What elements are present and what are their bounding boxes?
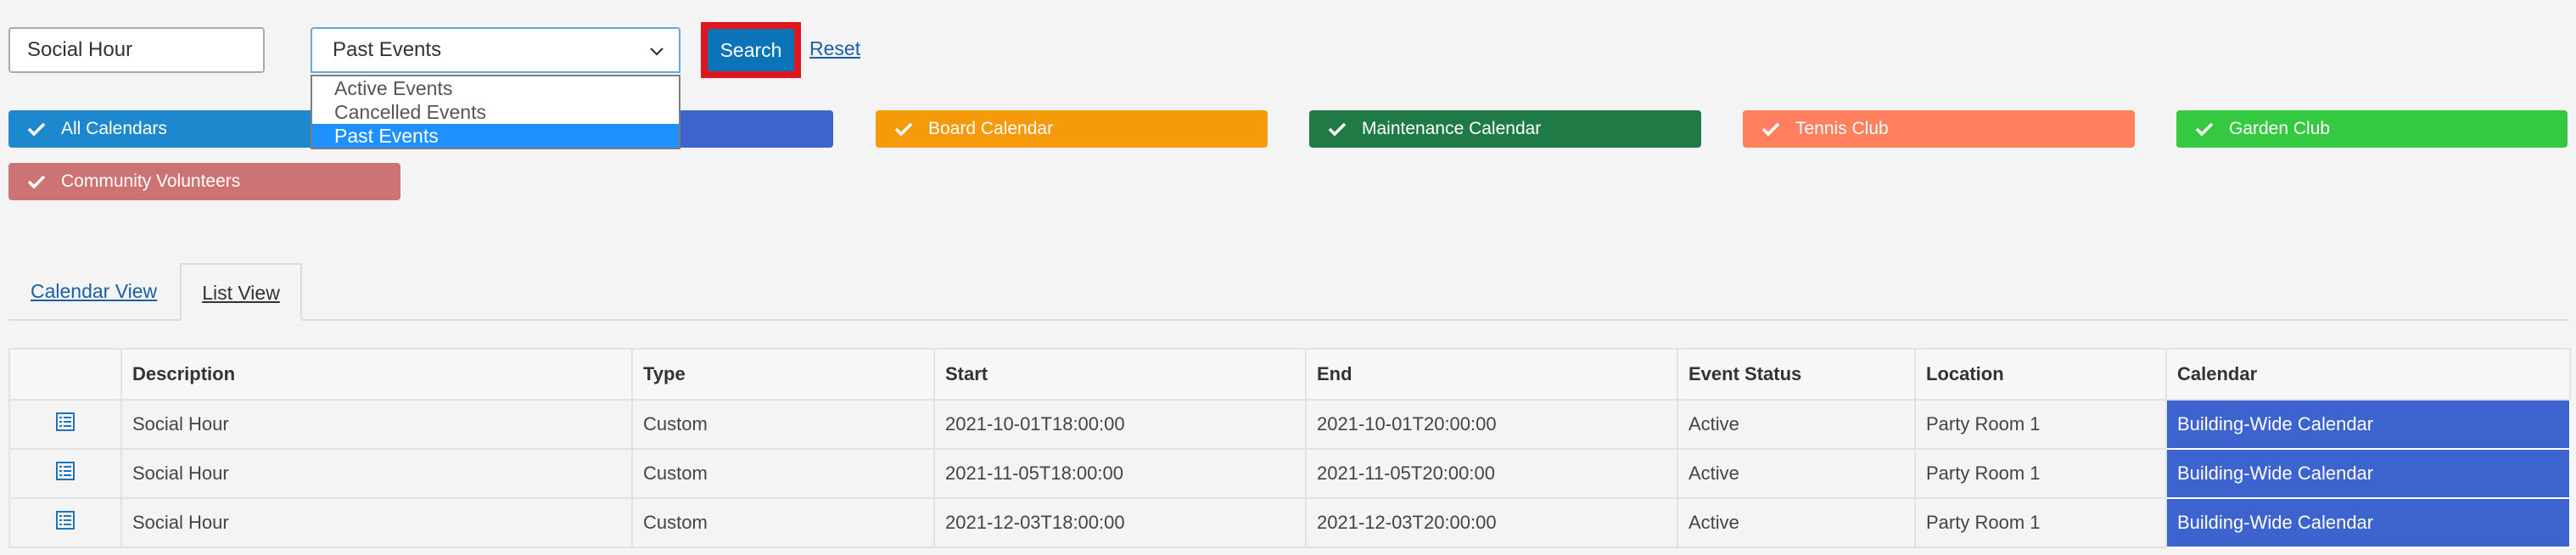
col-header-icon: [8, 348, 122, 401]
chip-label: Board Calendar: [928, 119, 1054, 138]
table-row: Social Hour Custom 2021-11-05T18:00:00 2021…: [8, 448, 2571, 499]
row-detail-cell[interactable]: [8, 448, 122, 499]
cell-location: Party Room 1: [1914, 497, 2167, 548]
chip-garden-club[interactable]: Garden Club: [2176, 110, 2568, 148]
chip-label: All Calendars: [61, 119, 167, 138]
tab-list-view-label: List View: [202, 282, 280, 304]
cell-status: Active: [1677, 448, 1916, 499]
col-header-end: End: [1305, 348, 1678, 401]
cell-status: Active: [1677, 497, 1916, 548]
col-header-location: Location: [1914, 348, 2167, 401]
search-text-input[interactable]: Social Hour: [8, 27, 265, 73]
check-icon: [894, 122, 913, 137]
row-detail-cell[interactable]: [8, 497, 122, 548]
cell-end: 2021-11-05T20:00:00: [1305, 448, 1678, 499]
list-detail-icon[interactable]: [55, 412, 76, 432]
tabs-divider: [8, 319, 2569, 321]
col-header-event-status: Event Status: [1677, 348, 1916, 401]
check-icon: [2195, 122, 2214, 137]
cell-location: Party Room 1: [1914, 399, 2167, 450]
list-detail-icon[interactable]: [55, 510, 76, 530]
check-icon: [27, 122, 46, 137]
col-header-start: Start: [933, 348, 1307, 401]
col-header-description: Description: [120, 348, 633, 401]
event-filter-value: Past Events: [333, 38, 442, 61]
cell-location: Party Room 1: [1914, 448, 2167, 499]
option-past-events[interactable]: Past Events: [312, 124, 679, 148]
chip-label: Tennis Club: [1795, 119, 1889, 138]
table-row: Social Hour Custom 2021-12-03T18:00:00 2021…: [8, 497, 2571, 548]
col-header-type: Type: [631, 348, 935, 401]
search-button[interactable]: Search: [708, 29, 794, 71]
cell-start: 2021-12-03T18:00:00: [933, 497, 1307, 548]
check-icon: [1328, 122, 1347, 137]
cell-description: Social Hour: [120, 448, 633, 499]
chip-label: Garden Club: [2229, 119, 2331, 138]
cell-end: 2021-12-03T20:00:00: [1305, 497, 1678, 548]
chip-board-calendar[interactable]: Board Calendar: [876, 110, 1268, 148]
cell-calendar: Building-Wide Calendar: [2165, 497, 2571, 548]
cell-end: 2021-10-01T20:00:00: [1305, 399, 1678, 450]
cell-type: Custom: [631, 399, 935, 450]
table-row: Social Hour Custom 2021-10-01T18:00:00 2021…: [8, 399, 2571, 450]
chip-maintenance-calendar[interactable]: Maintenance Calendar: [1309, 110, 1701, 148]
search-button-highlight: Search: [701, 22, 801, 78]
chip-label: Maintenance Calendar: [1362, 119, 1542, 138]
event-filter-dropdown: Active Events Cancelled Events Past Even…: [311, 75, 680, 149]
cell-start: 2021-10-01T18:00:00: [933, 399, 1307, 450]
events-table: Description Type Start End Event Status …: [8, 348, 2571, 548]
cell-status: Active: [1677, 399, 1916, 450]
table-header-row: Description Type Start End Event Status …: [8, 348, 2571, 401]
col-header-calendar: Calendar: [2165, 348, 2571, 401]
chevron-down-icon: [650, 48, 664, 56]
option-cancelled-events[interactable]: Cancelled Events: [312, 100, 679, 124]
event-filter-select[interactable]: Past Events: [311, 27, 680, 73]
chip-label: Community Volunteers: [61, 171, 241, 191]
cell-description: Social Hour: [120, 497, 633, 548]
row-detail-cell[interactable]: [8, 399, 122, 450]
cell-type: Custom: [631, 448, 935, 499]
check-icon: [1761, 122, 1780, 137]
tab-calendar-view[interactable]: Calendar View: [31, 280, 157, 303]
cell-calendar: Building-Wide Calendar: [2165, 399, 2571, 450]
chip-tennis-club[interactable]: Tennis Club: [1743, 110, 2135, 148]
cell-type: Custom: [631, 497, 935, 548]
tab-list-view[interactable]: List View: [180, 263, 302, 321]
cell-start: 2021-11-05T18:00:00: [933, 448, 1307, 499]
reset-link[interactable]: Reset: [809, 37, 860, 60]
check-icon: [27, 175, 46, 189]
cell-calendar: Building-Wide Calendar: [2165, 448, 2571, 499]
cell-description: Social Hour: [120, 399, 633, 450]
option-active-events[interactable]: Active Events: [312, 76, 679, 100]
chip-community-volunteers[interactable]: Community Volunteers: [8, 163, 400, 200]
list-detail-icon[interactable]: [55, 461, 76, 481]
